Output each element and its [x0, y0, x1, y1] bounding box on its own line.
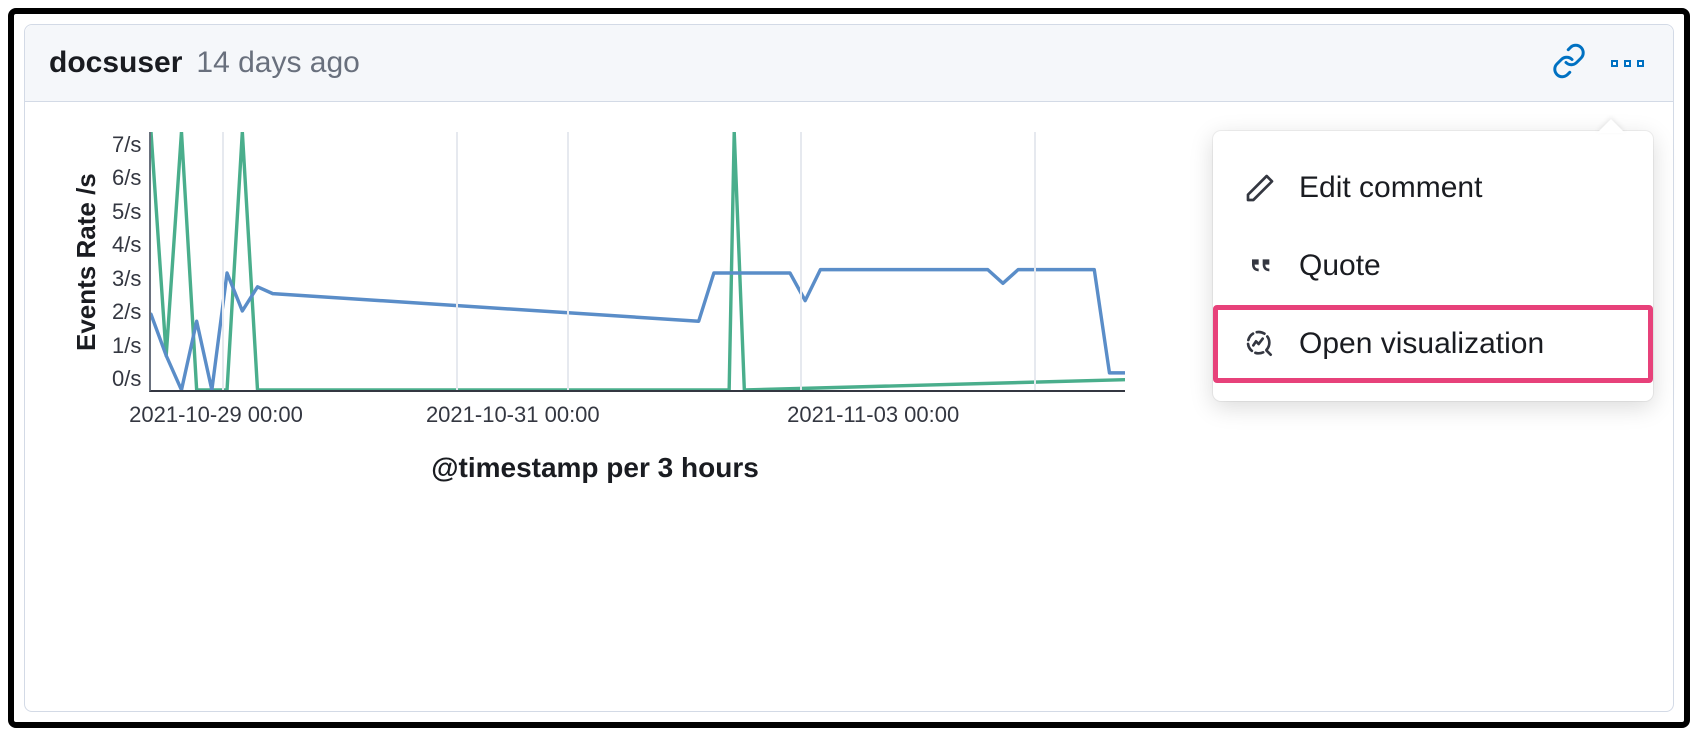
series-blue: [151, 270, 1125, 390]
ytick: 3/s: [112, 266, 141, 292]
chart-plot-area: [149, 132, 1125, 392]
link-icon: [1551, 43, 1587, 84]
gridline: [1034, 132, 1036, 390]
menu-item-open-visualization[interactable]: Open visualization: [1213, 305, 1653, 383]
menu-item-quote[interactable]: Quote: [1213, 227, 1653, 305]
ytick: 7/s: [112, 132, 141, 158]
menu-item-label: Quote: [1299, 249, 1381, 283]
chart-ylabel: Events Rate /s: [65, 132, 108, 392]
chart-yticks: 7/s 6/s 5/s 4/s 3/s 2/s 1/s 0/s: [108, 132, 149, 392]
series-green: [151, 132, 1125, 390]
comment-timestamp: 14 days ago: [196, 46, 359, 80]
gridline: [222, 132, 224, 390]
more-actions-button[interactable]: [1605, 41, 1649, 85]
ytick: 4/s: [112, 232, 141, 258]
chart: Events Rate /s 7/s6/s5/s4/s3/s2/s1/s0/s …: [65, 132, 1125, 484]
gridline: [800, 132, 802, 390]
xtick: 2021-10-31 00:00: [426, 402, 600, 428]
chart-row: Events Rate /s 7/s 6/s 5/s 4/s 3/s 2/s 1/s 0/s: [65, 132, 1125, 392]
pencil-icon: [1243, 171, 1277, 205]
permalink-button[interactable]: [1547, 41, 1591, 85]
menu-item-label: Open visualization: [1299, 327, 1544, 361]
actions-menu: Edit comment Quote Open: [1213, 131, 1653, 401]
xtick: 2021-10-29 00:00: [129, 402, 303, 428]
menu-item-label: Edit comment: [1299, 171, 1482, 205]
ytick: 1/s: [112, 333, 141, 359]
gridline: [567, 132, 569, 390]
gridline: [456, 132, 458, 390]
screenshot-frame: docsuser 14 days ago Events: [8, 8, 1690, 728]
visualization-icon: [1243, 327, 1277, 361]
ytick: 6/s: [112, 165, 141, 191]
chart-xlabel: @timestamp per 3 hours: [431, 452, 759, 484]
chart-lines: [151, 132, 1125, 390]
ytick: 0/s: [112, 366, 141, 392]
comment-author: docsuser: [49, 46, 182, 80]
more-icon: [1611, 60, 1644, 67]
ytick: 2/s: [112, 299, 141, 325]
menu-item-edit-comment[interactable]: Edit comment: [1213, 149, 1653, 227]
chart-xticks: 2021-10-29 00:002021-10-31 00:002021-11-…: [110, 392, 1170, 402]
comment-card: docsuser 14 days ago Events: [24, 24, 1674, 712]
quote-icon: [1243, 249, 1277, 283]
xtick: 2021-11-03 00:00: [787, 402, 959, 428]
ytick: 5/s: [112, 199, 141, 225]
comment-header: docsuser 14 days ago: [25, 25, 1673, 102]
